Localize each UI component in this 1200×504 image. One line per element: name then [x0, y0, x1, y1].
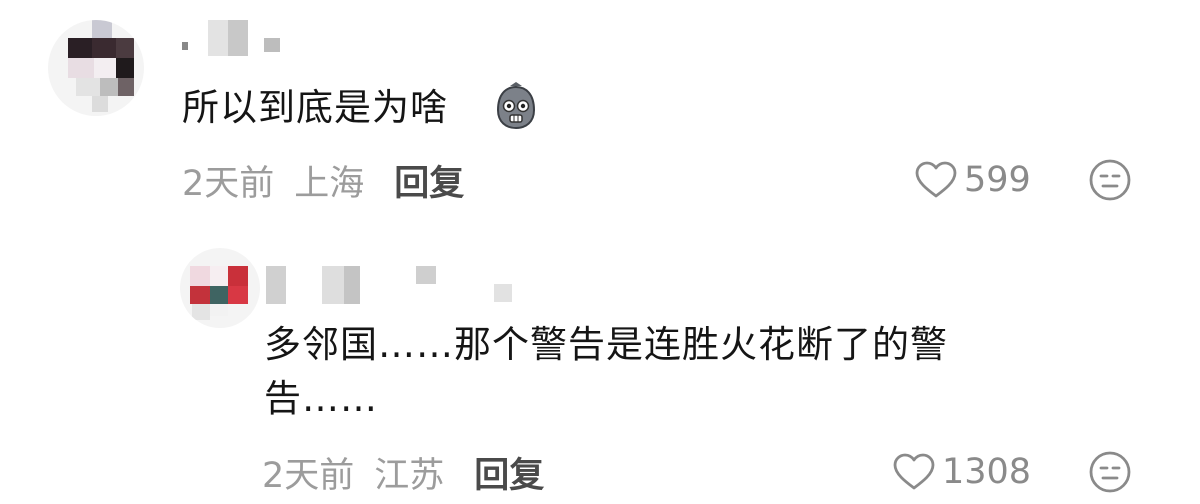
reply-button[interactable]: 回复	[394, 155, 464, 206]
comment-text-content: 所以到底是为啥	[182, 86, 448, 129]
reply-text-line: 告……	[264, 377, 378, 420]
comment-meta: 2天前 上海 回复	[182, 158, 464, 204]
heart-outline-icon	[893, 453, 935, 490]
reply-to-reply-button[interactable]: 回复	[474, 447, 544, 498]
avatar[interactable]	[48, 20, 144, 116]
username[interactable]	[180, 16, 300, 56]
reply-avatar[interactable]	[180, 248, 260, 328]
like-count: 599	[964, 160, 1031, 200]
reply-like-button[interactable]: 1308	[892, 450, 1031, 494]
heart-outline-icon	[915, 161, 957, 198]
grimace-emoji	[496, 82, 536, 130]
neutral-face-icon[interactable]	[1088, 450, 1132, 494]
comment-time: 2天前	[182, 163, 275, 204]
reply-location: 江苏	[374, 455, 445, 496]
reply-username[interactable]	[262, 262, 522, 304]
comment-location: 上海	[294, 163, 365, 204]
like-button[interactable]: 599	[914, 158, 1031, 202]
reply-time: 2天前	[262, 455, 355, 496]
neutral-face-icon[interactable]	[1088, 158, 1132, 202]
reply-text: 多邻国……那个警告是连胜火花断了的警 告……	[264, 318, 948, 426]
comment-text: 所以到底是为啥	[182, 82, 448, 134]
reply-meta: 2天前 江苏 回复	[262, 450, 544, 496]
reply-like-count: 1308	[942, 452, 1032, 492]
reply-text-line: 多邻国……那个警告是连胜火花断了的警	[264, 323, 948, 366]
